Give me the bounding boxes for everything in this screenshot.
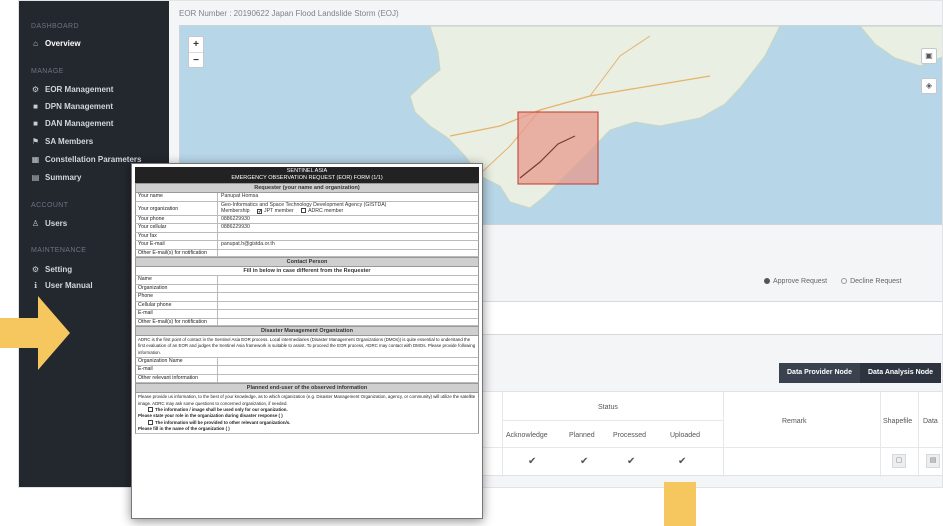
sidebar-item-constellation-parameters[interactable]: ▦ Constellation Parameters	[31, 155, 142, 164]
planned-end-user-header: Planned end-user of the observed informa…	[135, 383, 479, 394]
processed-check-icon: ✔	[627, 456, 636, 467]
planned-check-icon: ✔	[580, 456, 589, 467]
home-icon: ⌂	[33, 39, 38, 48]
own-use-checkbox	[148, 406, 153, 412]
form-header: SENTINEL ASIA EMERGENCY OBSERVATION REQU…	[135, 167, 479, 183]
col-remark: Remark	[782, 418, 807, 425]
sidebar-item-users[interactable]: ♙ Users	[31, 219, 67, 228]
adrc-member-checkbox	[301, 208, 307, 213]
table-divider	[502, 392, 503, 477]
share-checkbox	[148, 419, 153, 425]
radio-empty-icon	[841, 278, 848, 284]
sidebar-item-dpn-management[interactable]: ■ DPN Management	[31, 102, 113, 111]
folder-icon: ■	[33, 102, 38, 111]
form-row: Your name Panupat Homsa	[135, 193, 479, 202]
dmo-description: ADRC is the first point of contact in th…	[135, 336, 479, 358]
decline-request-radio[interactable]: Decline Request	[841, 278, 901, 285]
form-row: E-mail	[135, 310, 479, 319]
form-row: Your phone 0886229930	[135, 215, 479, 224]
zoom-out-button[interactable]: −	[189, 52, 203, 67]
sidebar-item-eor-management[interactable]: ⚙ EOR Management	[31, 85, 114, 94]
table-divider	[502, 420, 723, 421]
form-row: Phone	[135, 293, 479, 302]
grid-icon: ▦	[31, 155, 40, 164]
form-row: Other relevant information	[135, 374, 479, 384]
col-acknowledge: Acknowledge	[506, 432, 548, 439]
flag-icon: ⚑	[31, 137, 40, 146]
sidebar-item-dan-management[interactable]: ■ DAN Management	[31, 119, 113, 128]
sidebar-item-user-manual[interactable]: ℹ User Manual	[31, 281, 93, 290]
zoom-in-button[interactable]: +	[189, 37, 203, 52]
form-row: Cellular phone	[135, 301, 479, 310]
zoom-control: + −	[188, 36, 204, 68]
gear-icon: ⚙	[31, 85, 40, 94]
table-divider	[723, 392, 724, 477]
form-title: SENTINEL ASIA	[286, 168, 328, 174]
form-row: Organization Name	[135, 357, 479, 367]
data-provider-node-button[interactable]: Data Provider Node	[779, 363, 860, 383]
sidebar-item-overview[interactable]: ⌂ Overview	[31, 39, 81, 48]
data-analysis-node-button[interactable]: Data Analysis Node	[859, 363, 942, 383]
acknowledge-check-icon: ✔	[528, 456, 537, 467]
form-row: Other E-mail(s) for notification	[135, 249, 479, 257]
arrow-right-icon	[0, 296, 70, 370]
sidebar-section-dashboard: DASHBOARD	[31, 23, 79, 30]
data-download-button[interactable]: ▤	[926, 454, 940, 468]
form-row: Your E-mail panupat.h@gistda.or.th	[135, 241, 479, 250]
form-row-organization: Your organization Geo-Informatics and Sp…	[135, 201, 479, 216]
requester-section-header: Requester (your name and organization)	[135, 183, 479, 193]
sidebar-item-summary[interactable]: ▤ Summary	[31, 173, 82, 182]
col-data: Data	[923, 418, 938, 425]
fullscreen-icon[interactable]: ▣	[921, 48, 937, 64]
eor-form-document: SENTINEL ASIA EMERGENCY OBSERVATION REQU…	[131, 163, 483, 519]
sidebar-section-maintenance: MAINTENANCE	[31, 247, 87, 254]
planned-end-user-description: Please provide us information, to the be…	[135, 393, 479, 435]
form-row: E-mail	[135, 366, 479, 375]
approve-request-radio[interactable]: Approve Request	[764, 278, 827, 285]
layers-icon[interactable]: ◈	[921, 78, 937, 94]
col-shapefile: Shapefile	[883, 418, 913, 425]
users-icon: ♙	[31, 219, 40, 228]
eor-number: EOR Number : 20190622 Japan Flood Landsl…	[179, 9, 399, 18]
status-header: Status	[598, 404, 618, 411]
gear-icon: ⚙	[31, 265, 40, 274]
contact-subheader: Fill in below in case different from the…	[135, 267, 479, 275]
form-subtitle: EMERGENCY OBSERVATION REQUEST (EOR) FORM…	[231, 175, 383, 181]
sidebar-section-manage: MANAGE	[31, 68, 64, 75]
radio-selected-icon	[764, 278, 770, 284]
col-processed: Processed	[613, 432, 647, 439]
node-buttons: Data Provider Node Data Analysis Node	[779, 363, 942, 383]
form-row: Other E-mail(s) for notification	[135, 318, 479, 326]
chart-icon: ▤	[31, 173, 40, 182]
sidebar-item-setting[interactable]: ⚙ Setting	[31, 265, 72, 274]
jpt-member-checkbox: ✔	[257, 209, 263, 215]
sidebar-item-sa-members[interactable]: ⚑ SA Members	[31, 137, 93, 146]
area-of-interest[interactable]	[517, 111, 599, 185]
request-decision: Approve Request Decline Request	[764, 278, 901, 285]
form-row: Your fax	[135, 232, 479, 241]
table-divider	[918, 392, 919, 477]
uploaded-check-icon: ✔	[678, 456, 687, 467]
form-row: Name	[135, 275, 479, 285]
col-uploaded: Uploaded	[670, 432, 700, 439]
info-icon: ℹ	[33, 281, 38, 290]
folder-icon: ■	[33, 119, 38, 128]
dmo-section-header: Disaster Management Organization	[135, 326, 479, 336]
col-planned: Planned	[569, 432, 595, 439]
contact-section-header: Contact Person	[135, 257, 479, 267]
shapefile-button[interactable]: ▢	[892, 454, 906, 468]
sidebar-section-account: ACCOUNT	[31, 202, 69, 209]
form-row: Organization	[135, 284, 479, 293]
table-divider	[880, 392, 881, 477]
form-row: Your cellular 0886229930	[135, 224, 479, 233]
arrow-down-icon	[664, 482, 696, 526]
